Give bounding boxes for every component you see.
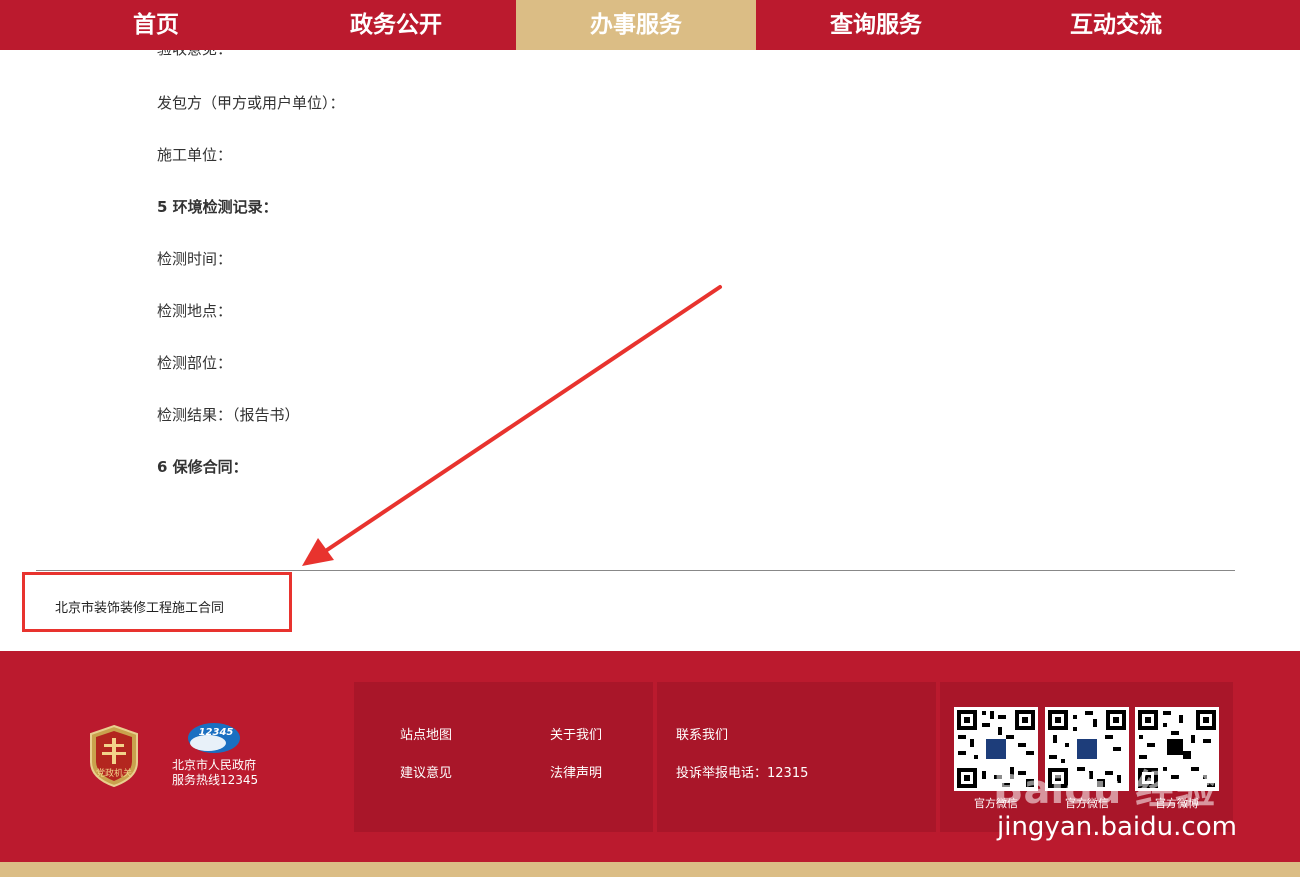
- hotline-text: 北京市人民政府 服务热线12345: [172, 758, 258, 788]
- tab-home[interactable]: 首页: [36, 0, 276, 50]
- footer-link-legal[interactable]: 法律声明: [550, 762, 602, 781]
- content-line: 检测地点：: [157, 302, 233, 320]
- content-line: 施工单位：: [157, 146, 233, 164]
- hotline-12345-logo-icon: 12345: [188, 723, 240, 753]
- footer-contact-panel: [657, 682, 936, 832]
- footer-bottom-strip: [0, 862, 1300, 877]
- hotline-line-1: 北京市人民政府: [172, 758, 257, 772]
- hotline-line-2: 服务热线12345: [172, 773, 259, 787]
- content-line-cut: 验收意见：: [157, 50, 232, 59]
- content-line: 检测时间：: [157, 250, 233, 268]
- document-title-link[interactable]: 北京市装饰装修工程施工合同: [55, 597, 224, 616]
- complaint-phone: 投诉举报电话：12315: [676, 766, 809, 781]
- badge-text: 党政机关: [96, 767, 132, 779]
- content-line: 发包方（甲方或用户单位）：: [157, 94, 345, 112]
- tab-query[interactable]: 查询服务: [756, 0, 996, 50]
- baidu-watermark: Baidu 经验: [993, 767, 1216, 813]
- tab-government-affairs[interactable]: 政务公开: [276, 0, 516, 50]
- footer-links-panel: [354, 682, 653, 832]
- footer-link-sitemap[interactable]: 站点地图: [400, 724, 452, 743]
- hotline-logo-text: 12345: [199, 727, 234, 738]
- footer-link-about-us[interactable]: 关于我们: [550, 724, 602, 743]
- baidu-watermark-url: jingyan.baidu.com: [997, 812, 1237, 842]
- top-navigation: 首页 政务公开 办事服务 查询服务 互动交流: [0, 0, 1300, 50]
- content-line: 检测结果：（报告书）: [157, 406, 300, 424]
- section-heading: 5 环境检测记录：: [157, 198, 278, 216]
- footer-link-contact[interactable]: 联系我们: [676, 724, 728, 743]
- article-content: 验收意见： 发包方（甲方或用户单位）： 施工单位： 5 环境检测记录： 检测时间…: [0, 50, 1300, 650]
- content-divider: [36, 570, 1235, 571]
- section-heading: 6 保修合同：: [157, 458, 248, 476]
- party-government-badge-icon: 党政机关: [90, 724, 138, 788]
- footer-link-suggestions[interactable]: 建议意见: [400, 762, 452, 781]
- content-line: 检测部位：: [157, 354, 233, 372]
- tab-services[interactable]: 办事服务: [516, 0, 756, 50]
- tab-interaction[interactable]: 互动交流: [996, 0, 1236, 50]
